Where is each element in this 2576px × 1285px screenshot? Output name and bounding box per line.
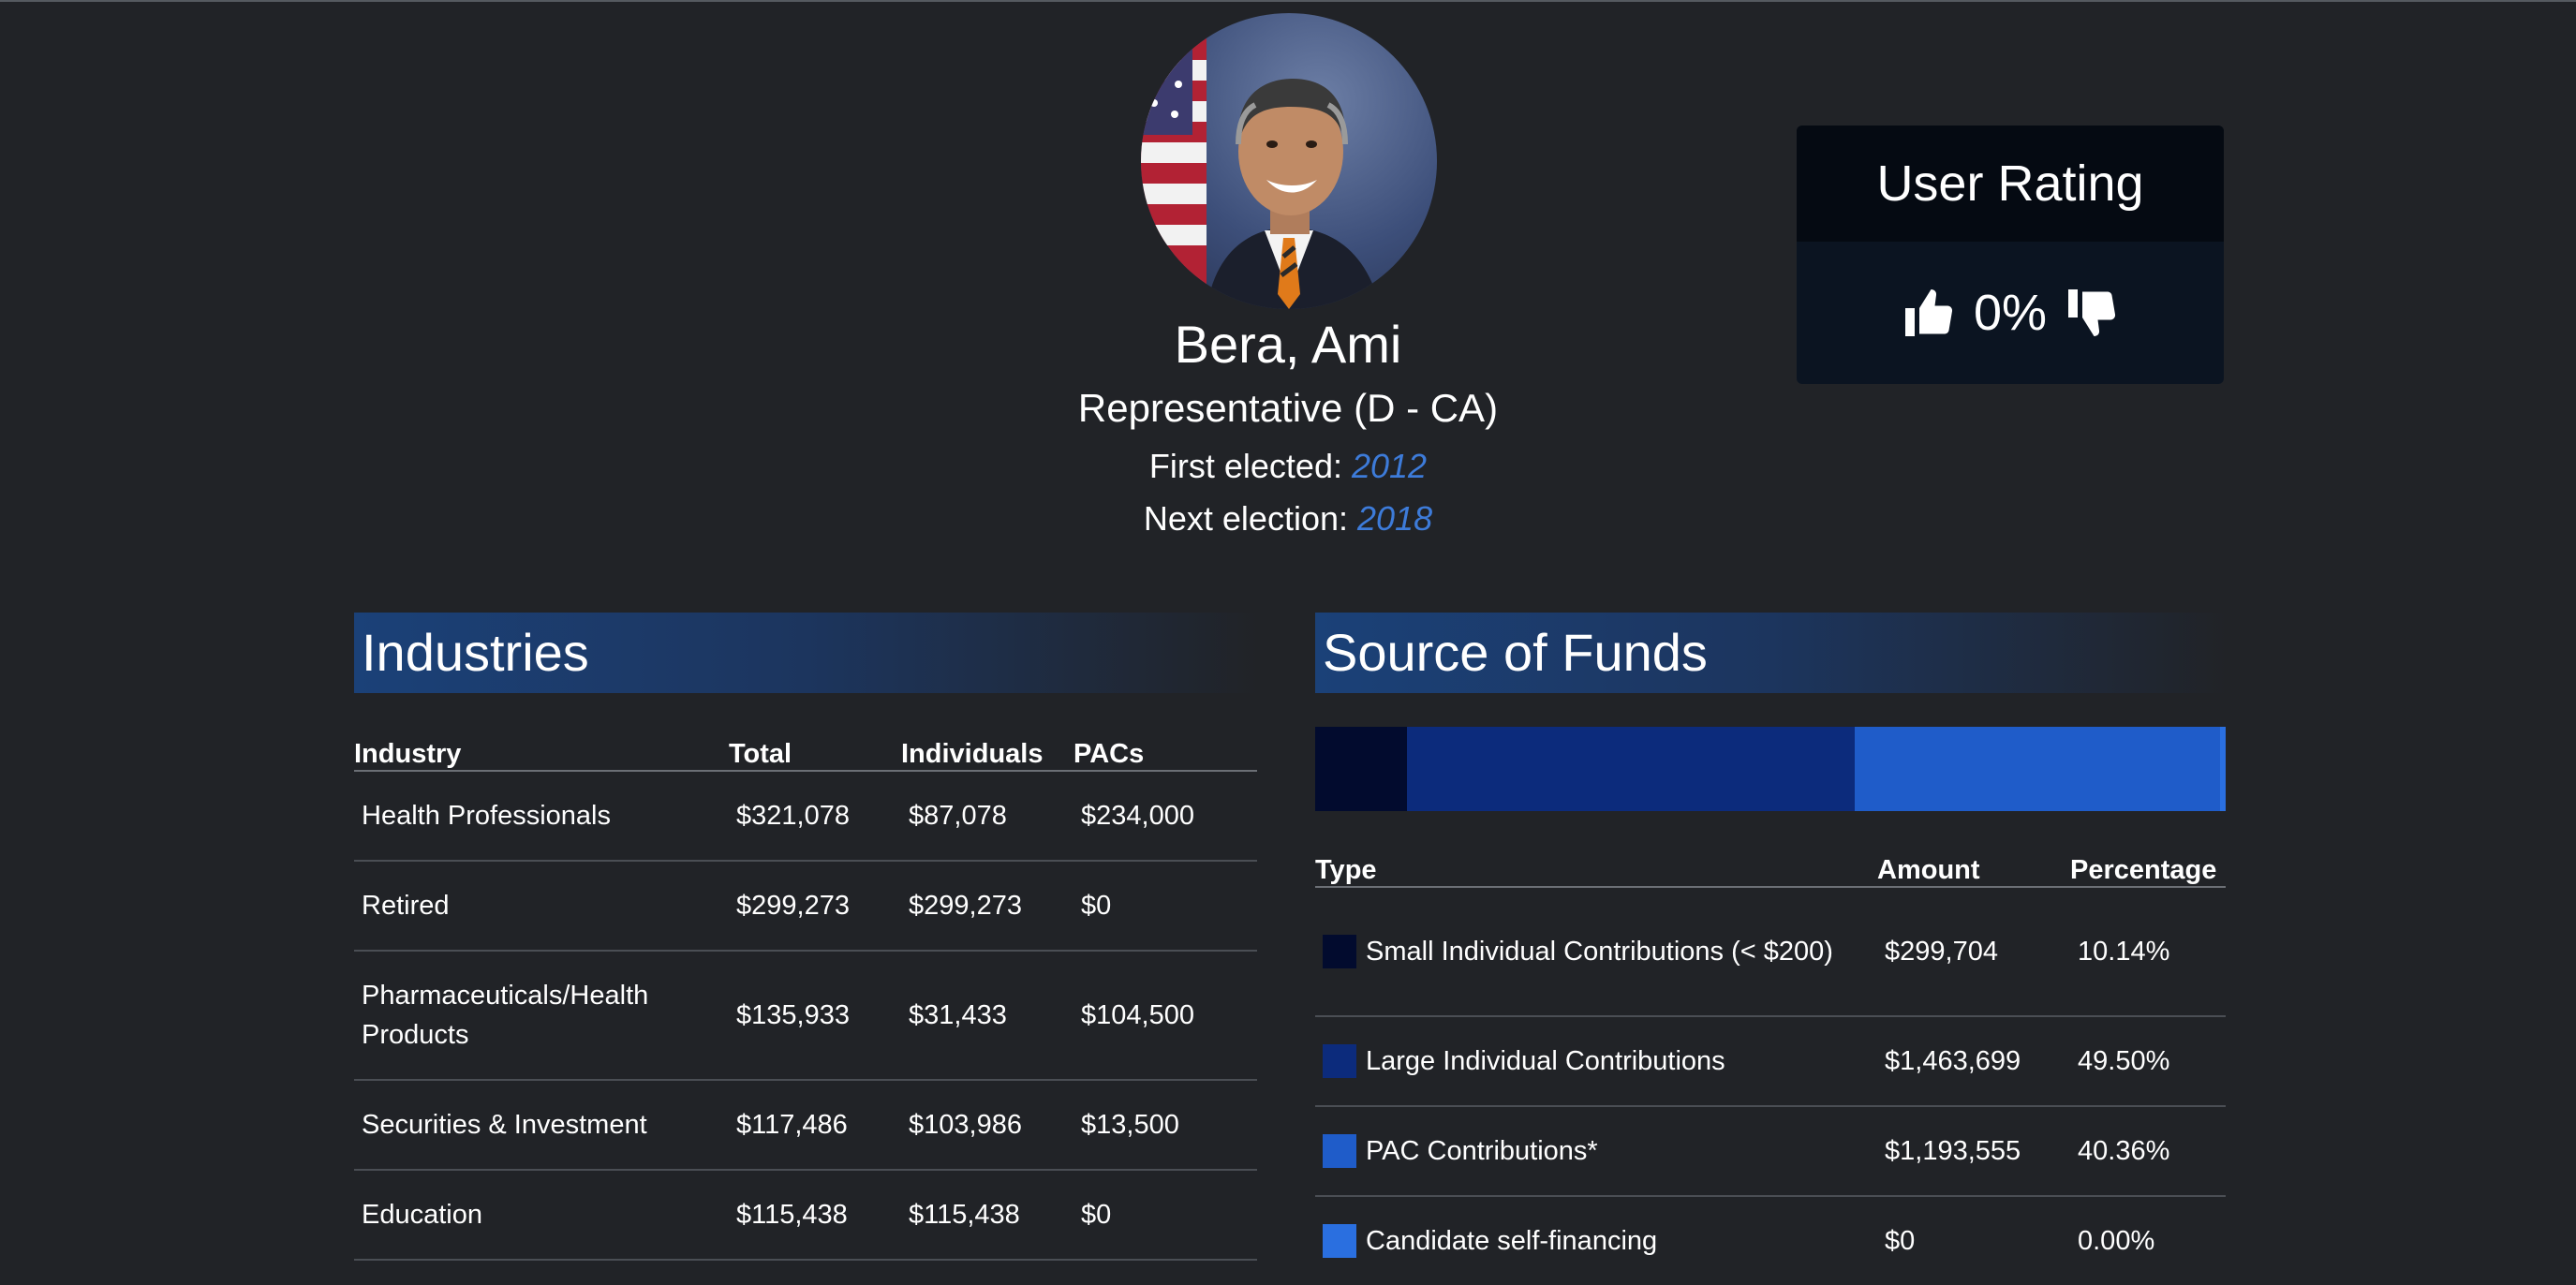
column-pacs: PACs (1073, 729, 1257, 772)
thumbs-up-icon[interactable] (1901, 285, 1957, 341)
industry-total: $115,438 (729, 1170, 901, 1261)
industry-total: $117,486 (729, 1080, 901, 1171)
next-election-label: Next election: (1143, 499, 1358, 538)
fund-type: Small Individual Contributions (< $200) (1366, 937, 1833, 967)
table-row: Securities & Investment $117,486 $103,98… (354, 1080, 1257, 1171)
industry-pacs: $0 (1073, 861, 1257, 952)
fund-type-cell: Large Individual Contributions (1315, 1016, 1877, 1107)
candidate-photo (1141, 13, 1437, 309)
thumbs-down-icon[interactable] (2064, 285, 2120, 341)
industry-pacs: $104,500 (1073, 951, 1257, 1081)
industry-name: Health Professionals (354, 771, 729, 862)
legend-swatch (1323, 1224, 1356, 1258)
fund-amount: $0 (1877, 1196, 2070, 1285)
first-elected: First elected: 2012 (0, 444, 2576, 489)
industry-pacs: $13,500 (1073, 1080, 1257, 1171)
fund-percentage: 40.36% (2070, 1106, 2226, 1197)
industry-total: $321,078 (729, 771, 901, 862)
industry-total: $135,933 (729, 951, 901, 1081)
table-row: PAC Contributions* $1,193,555 40.36% (1315, 1106, 2226, 1197)
first-elected-label: First elected: (1148, 447, 1352, 485)
legend-swatch (1323, 1044, 1356, 1078)
industry-individuals: $299,273 (901, 861, 1073, 952)
fund-amount: $1,463,699 (1877, 1016, 2070, 1107)
column-individuals: Individuals (901, 729, 1073, 772)
fund-type-cell: Small Individual Contributions (< $200) (1315, 887, 1877, 1017)
industry-name: Education (354, 1170, 729, 1261)
industry-name: Retired (354, 861, 729, 952)
column-total: Total (729, 729, 901, 772)
industry-individuals: $115,438 (901, 1170, 1073, 1261)
industry-total: $299,273 (729, 861, 901, 952)
fund-amount: $1,193,555 (1877, 1106, 2070, 1197)
funds-bar-segment-pac[interactable] (1855, 727, 2221, 811)
fund-type: PAC Contributions* (1366, 1136, 1598, 1166)
legend-swatch (1323, 935, 1356, 968)
candidate-role: Representative (D - CA) (1077, 386, 1499, 430)
funds-header-row: Type Amount Percentage (1315, 845, 2226, 888)
legend-swatch (1323, 1134, 1356, 1168)
column-amount: Amount (1877, 845, 2070, 888)
table-row: Pharmaceuticals/Health Products $135,933… (354, 951, 1257, 1081)
industries-header: Industries (354, 613, 1257, 693)
user-rating-body: 0% (1797, 242, 2224, 384)
funds-bar-segment-small-individual[interactable] (1315, 727, 1407, 811)
fund-type: Candidate self-financing (1366, 1226, 1658, 1256)
funds-bar-segment-large-individual[interactable] (1406, 727, 1856, 811)
fund-type-cell: Candidate self-financing (1315, 1196, 1877, 1285)
industry-name: Pharmaceuticals/Health Products (354, 951, 729, 1081)
column-percentage: Percentage (2070, 845, 2226, 888)
fund-type: Large Individual Contributions (1366, 1046, 1725, 1076)
industry-individuals: $103,986 (901, 1080, 1073, 1171)
industry-individuals: $31,433 (901, 951, 1073, 1081)
industry-pacs: $234,000 (1073, 771, 1257, 862)
table-row: Large Individual Contributions $1,463,69… (1315, 1016, 2226, 1107)
industry-name: Securities & Investment (354, 1080, 729, 1171)
column-industry: Industry (354, 729, 729, 772)
source-of-funds-header: Source of Funds (1315, 613, 2226, 693)
user-rating-value: 0% (1973, 285, 2048, 341)
fund-percentage: 10.14% (2070, 887, 2226, 1017)
next-election-year[interactable]: 2018 (1357, 499, 1432, 538)
table-row: Candidate self-financing $0 0.00% (1315, 1196, 2226, 1285)
industry-pacs: $0 (1073, 1170, 1257, 1261)
table-row: Education $115,438 $115,438 $0 (354, 1170, 1257, 1261)
industry-individuals: $87,078 (901, 771, 1073, 862)
next-election: Next election: 2018 (0, 496, 2576, 541)
funds-bar-segment-self-financing[interactable] (2220, 727, 2226, 811)
table-row: Small Individual Contributions (< $200) … (1315, 887, 2226, 1017)
table-row: Health Professionals $321,078 $87,078 $2… (354, 771, 1257, 862)
funds-table: Type Amount Percentage Small Individual … (1315, 845, 2226, 1285)
fund-percentage: 49.50% (2070, 1016, 2226, 1107)
fund-percentage: 0.00% (2070, 1196, 2226, 1285)
fund-amount: $299,704 (1877, 887, 2070, 1017)
column-type: Type (1315, 845, 1877, 888)
industries-table: Industry Total Individuals PACs Health P… (354, 729, 1257, 1261)
industries-header-row: Industry Total Individuals PACs (354, 729, 1257, 772)
funds-stacked-bar (1315, 727, 2226, 811)
first-elected-year[interactable]: 2012 (1352, 447, 1427, 485)
user-rating-card: User Rating 0% (1797, 126, 2224, 384)
table-row: Retired $299,273 $299,273 $0 (354, 861, 1257, 952)
fund-type-cell: PAC Contributions* (1315, 1106, 1877, 1197)
candidate-page: Bera, Ami Representative (D - CA) First … (0, 0, 2576, 1285)
user-rating-title: User Rating (1797, 126, 2224, 242)
